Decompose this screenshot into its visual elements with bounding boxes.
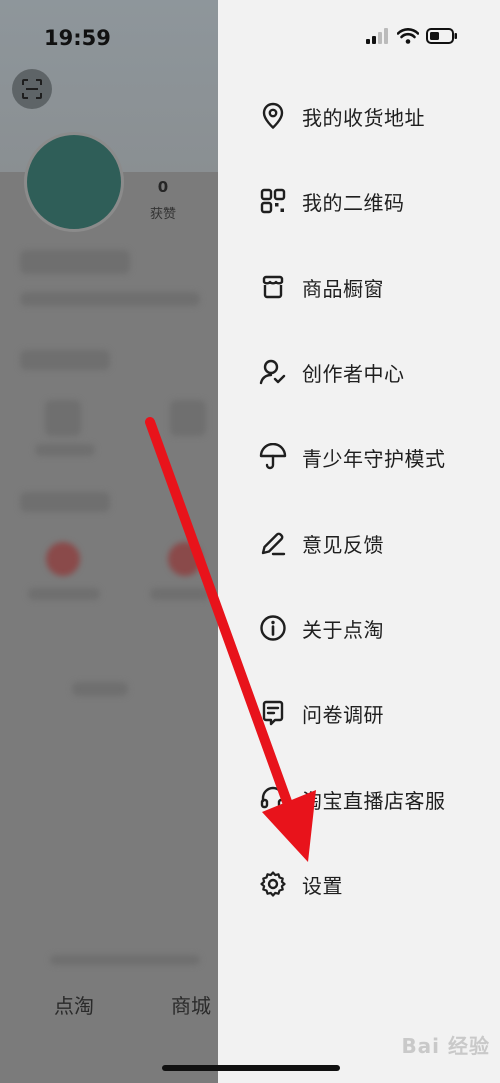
menu-item-shop-window[interactable]: 商品橱窗 xyxy=(258,262,384,312)
scan-button[interactable] xyxy=(12,69,52,109)
home-indicator[interactable] xyxy=(162,1065,340,1071)
menu-item-label: 我的收货地址 xyxy=(302,105,425,130)
blurred-icon-label-1 xyxy=(35,444,95,456)
menu-item-settings[interactable]: 设置 xyxy=(258,859,343,909)
status-time: 19:59 xyxy=(44,26,111,50)
menu-item-label: 淘宝直播店客服 xyxy=(302,788,446,813)
qr-code-icon xyxy=(258,186,288,216)
menu-item-label: 创作者中心 xyxy=(302,361,405,386)
blurred-username xyxy=(20,250,130,274)
menu-item-live-shop-service[interactable]: 淘宝直播店客服 xyxy=(258,774,446,824)
location-pin-icon xyxy=(258,101,288,131)
likes-count: 0 xyxy=(157,178,169,196)
menu-item-label: 关于点淘 xyxy=(302,617,384,642)
scan-icon xyxy=(22,79,42,99)
info-icon xyxy=(258,613,288,643)
wifi-icon xyxy=(397,28,419,44)
menu-item-about[interactable]: 关于点淘 xyxy=(258,603,384,653)
menu-item-qr-code[interactable]: 我的二维码 xyxy=(258,176,405,226)
gear-icon xyxy=(258,869,288,899)
blurred-red-label-2 xyxy=(150,588,210,600)
umbrella-icon xyxy=(258,442,288,472)
menu-item-address[interactable]: 我的收货地址 xyxy=(258,91,425,141)
status-icons xyxy=(366,28,458,44)
blurred-divider xyxy=(50,955,200,965)
menu-item-label: 青少年守护模式 xyxy=(302,446,446,471)
pencil-icon xyxy=(258,528,288,558)
menu-item-youth-mode[interactable]: 青少年守护模式 xyxy=(258,432,446,482)
headset-icon xyxy=(258,784,288,814)
blurred-red-icon-1 xyxy=(46,542,80,576)
blurred-icon-2 xyxy=(170,400,206,436)
blurred-bio xyxy=(20,292,200,306)
blurred-icon-1 xyxy=(45,400,81,436)
menu-item-label: 问卷调研 xyxy=(302,702,384,727)
tab-mall[interactable]: 商城 xyxy=(171,990,211,1019)
blurred-more xyxy=(72,682,128,696)
menu-item-feedback[interactable]: 意见反馈 xyxy=(258,518,384,568)
baidu-watermark: Bai 经验 xyxy=(401,1034,490,1058)
likes-label: 获赞 xyxy=(149,207,176,222)
menu-item-label: 商品橱窗 xyxy=(302,276,384,301)
avatar[interactable] xyxy=(24,132,124,232)
menu-item-label: 意见反馈 xyxy=(302,532,384,557)
profile-card xyxy=(0,172,218,1083)
menu-item-creator-center[interactable]: 创作者中心 xyxy=(258,347,405,397)
menu-item-survey[interactable]: 问卷调研 xyxy=(258,688,384,738)
battery-icon xyxy=(426,28,457,44)
blurred-red-label-1 xyxy=(28,588,100,600)
survey-icon xyxy=(258,698,288,728)
blurred-section-title xyxy=(20,350,110,370)
blurred-red-icon-2 xyxy=(168,542,202,576)
side-drawer: 我的收货地址 我的二维码 商品橱窗 创作者中心 青少年守护模式 意见反馈 关于点… xyxy=(218,0,500,1083)
menu-item-label: 我的二维码 xyxy=(302,190,405,215)
shop-window-icon xyxy=(258,272,288,302)
creator-icon xyxy=(258,357,288,387)
signal-icon xyxy=(366,28,388,44)
tab-diantao[interactable]: 点淘 xyxy=(54,990,94,1019)
blurred-section-title-2 xyxy=(20,492,110,512)
menu-item-label: 设置 xyxy=(302,873,343,898)
